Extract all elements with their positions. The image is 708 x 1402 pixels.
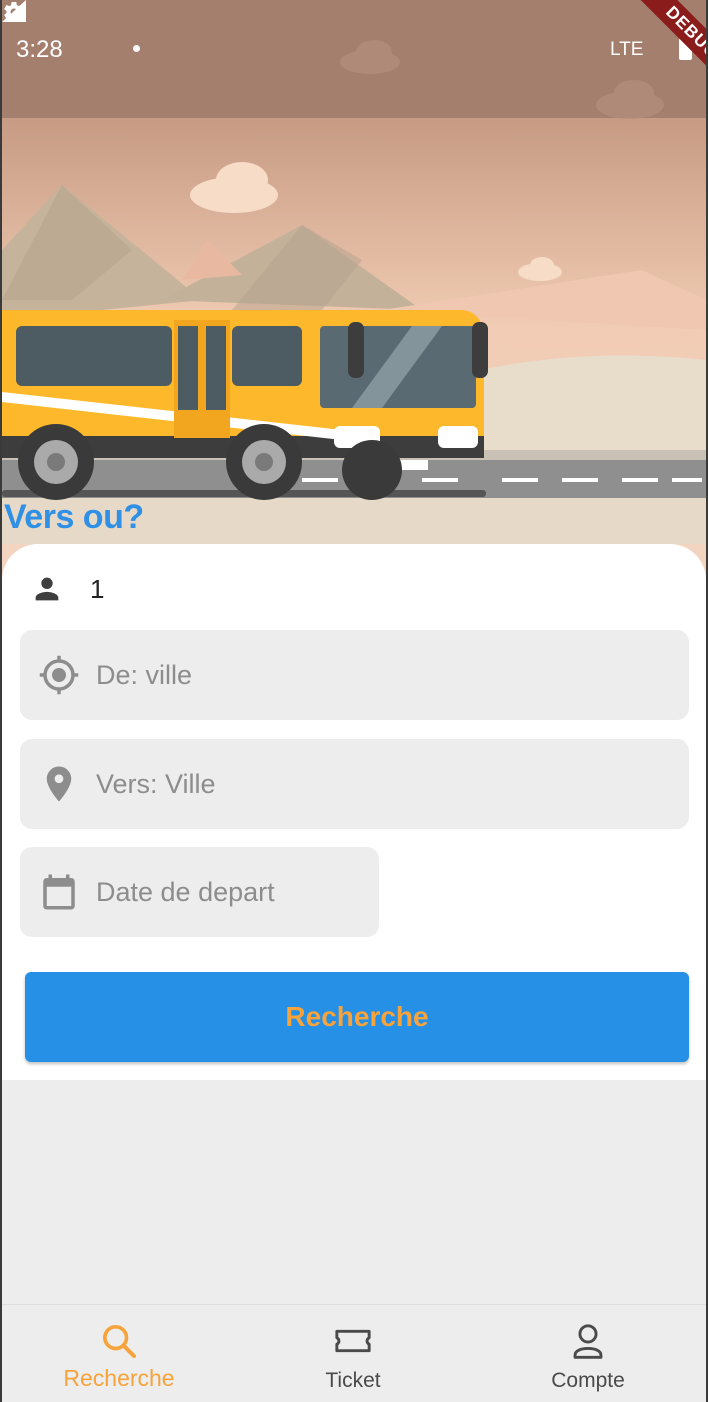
passenger-count-row[interactable]: 1 <box>30 572 104 606</box>
app-screen: 3:28 LTE DEBUG Vers ou? 1 De: ville Vers… <box>2 0 706 1402</box>
nav-item-compte[interactable]: Compte <box>471 1305 705 1402</box>
hero-title: Vers ou? <box>4 498 144 536</box>
departure-date-placeholder: Date de depart <box>96 877 275 907</box>
crosshair-location-icon <box>39 655 79 695</box>
nav-label-ticket: Ticket <box>325 1369 381 1392</box>
notification-dot-icon <box>133 45 140 52</box>
person-icon <box>35 577 59 601</box>
search-form-card: 1 De: ville Vers: Ville Date de depart R… <box>2 544 706 1080</box>
departure-date-field[interactable]: Date de depart <box>20 847 379 937</box>
to-city-placeholder: Vers: Ville <box>96 769 216 799</box>
nav-label-recherche: Recherche <box>63 1365 175 1391</box>
status-time: 3:28 <box>16 36 63 63</box>
to-city-field[interactable]: Vers: Ville <box>20 739 689 829</box>
status-bar: 3:28 LTE <box>2 0 706 100</box>
map-pin-icon <box>46 766 72 802</box>
nav-item-ticket[interactable]: Ticket <box>236 1305 470 1402</box>
person-outline-icon <box>573 1324 603 1359</box>
from-city-placeholder: De: ville <box>96 660 193 690</box>
from-city-field[interactable]: De: ville <box>20 630 689 720</box>
bottom-navigation: Recherche Ticket Compte <box>2 1304 706 1402</box>
calendar-icon <box>43 874 75 910</box>
search-button[interactable]: Recherche <box>25 972 689 1062</box>
search-icon <box>103 1325 136 1358</box>
passenger-count: 1 <box>90 574 105 604</box>
nav-item-recherche[interactable]: Recherche <box>2 1305 236 1402</box>
search-button-label: Recherche <box>285 1001 429 1032</box>
nav-label-compte: Compte <box>551 1369 625 1392</box>
signal-icon <box>2 0 26 22</box>
network-type: LTE <box>610 39 644 60</box>
ticket-icon <box>335 1329 371 1353</box>
hero-illustration: 3:28 LTE DEBUG Vers ou? <box>2 0 706 600</box>
